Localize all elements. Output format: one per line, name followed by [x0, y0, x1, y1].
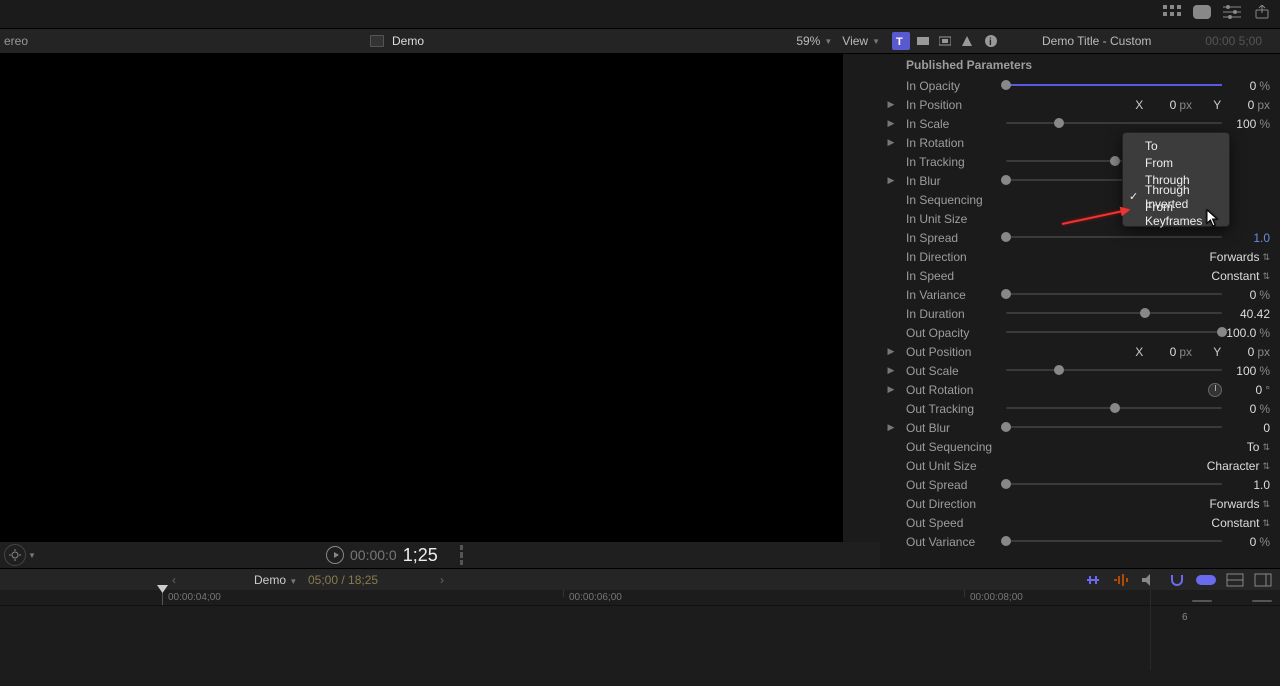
param-in-speed: In Speed Constant⇅ [886, 266, 1280, 285]
timeline-nav-forward[interactable]: › [440, 573, 444, 587]
slider-knob[interactable] [1110, 156, 1120, 166]
slider-knob[interactable] [1001, 479, 1011, 489]
disclosure-icon[interactable]: ▶ [886, 365, 896, 376]
view-menu[interactable]: View▼ [842, 34, 880, 48]
inspector-clip-title: Demo Title - Custom [1042, 34, 1151, 48]
text-inspector-tab[interactable]: T [892, 32, 910, 50]
timecode-mode-icon[interactable] [4, 544, 26, 566]
timeline-range: 05;00 / 18;25 [308, 573, 378, 587]
timeline-nav-back[interactable]: ‹ [172, 573, 176, 587]
param-out-tracking: Out Tracking 0% [886, 399, 1280, 418]
snapping-icon[interactable] [1168, 573, 1186, 587]
generator-inspector-tab[interactable] [936, 32, 954, 50]
menu-item-from[interactable]: From [1123, 154, 1229, 171]
param-in-spread: In Spread 1.0 [886, 228, 1280, 247]
share-icon[interactable] [1252, 4, 1272, 20]
param-out-spread: Out Spread 1.0 [886, 475, 1280, 494]
solo-icon[interactable] [1140, 573, 1158, 587]
param-out-scale: ▶Out Scale 100% [886, 361, 1280, 380]
slider-knob[interactable] [1054, 118, 1064, 128]
info-inspector-tab[interactable] [958, 32, 976, 50]
clip-icon [370, 35, 384, 47]
out-speed-select[interactable]: Constant [1211, 516, 1259, 530]
slider-knob[interactable] [1140, 308, 1150, 318]
ruler-label: 00:00:08;00 [970, 592, 1023, 603]
param-in-scale: ▶In Scale 100% [886, 114, 1280, 133]
param-in-variance: In Variance 0% [886, 285, 1280, 304]
playhead[interactable] [162, 590, 163, 605]
disclosure-icon[interactable]: ▶ [886, 137, 896, 148]
param-out-blur: ▶Out Blur 0 [886, 418, 1280, 437]
zoom-select[interactable]: 59%▼ [796, 34, 832, 48]
param-out-rotation: ▶Out Rotation 0° [886, 380, 1280, 399]
skimming-toggle[interactable] [460, 545, 474, 565]
param-in-direction: In Direction Forwards⇅ [886, 247, 1280, 266]
slider-knob[interactable] [1001, 232, 1011, 242]
timeline-panel-icon[interactable] [1254, 573, 1272, 587]
sliders-icon[interactable] [1222, 4, 1242, 20]
published-parameters-header: Published Parameters [906, 58, 1032, 72]
disclosure-icon[interactable]: ▶ [886, 99, 896, 110]
out-sequencing-select[interactable]: To [1233, 440, 1259, 454]
timecode-small[interactable]: 00:00:0 [350, 547, 397, 563]
param-out-opacity: Out Opacity 100.0% [886, 323, 1280, 342]
slider-knob[interactable] [1001, 536, 1011, 546]
ruler-label: 00:00:04;00 [168, 592, 221, 603]
param-out-speed: Out Speed Constant⇅ [886, 513, 1280, 532]
timecode-menu[interactable]: ▼ [28, 551, 36, 560]
in-direction-select[interactable]: Forwards [1209, 250, 1259, 264]
slider-knob[interactable] [1001, 175, 1011, 185]
viewer-clip-name: Demo [392, 34, 424, 48]
param-in-duration: In Duration 40.42 [886, 304, 1280, 323]
timecode-large[interactable]: 1;25 [403, 545, 438, 566]
audio-meter-peaks [1192, 600, 1272, 610]
disclosure-icon[interactable]: ▶ [886, 118, 896, 129]
viewer-canvas[interactable] [0, 54, 843, 542]
param-in-opacity: In Opacity 0% [886, 76, 1280, 95]
inspector-duration: 00:00 5;00 [1205, 34, 1262, 48]
slider-knob[interactable] [1001, 80, 1011, 90]
rotation-dial[interactable] [1208, 383, 1222, 397]
in-speed-select[interactable]: Constant [1211, 269, 1259, 283]
slider-knob[interactable] [1054, 365, 1064, 375]
audio-meter-label: 6 [1182, 612, 1188, 623]
slider-knob[interactable] [1001, 289, 1011, 299]
disclosure-icon[interactable]: ▶ [886, 175, 896, 186]
menu-item-from-keyframes[interactable]: From Keyframes [1123, 205, 1229, 222]
play-button[interactable] [326, 546, 344, 564]
in-sequencing-menu: To From Through Through Inverted From Ke… [1122, 132, 1230, 227]
menu-item-to[interactable]: To [1123, 137, 1229, 154]
param-out-direction: Out Direction Forwards⇅ [886, 494, 1280, 513]
timeline-layout-icon[interactable] [1226, 573, 1244, 587]
disclosure-icon[interactable]: ▶ [886, 346, 896, 357]
audio-config-label: ereo [4, 34, 28, 48]
grid-view-icon[interactable] [1162, 4, 1182, 20]
svg-text:T: T [896, 36, 903, 47]
param-out-sequencing: Out Sequencing To⇅ [886, 437, 1280, 456]
video-inspector-tab[interactable] [914, 32, 932, 50]
param-out-variance: Out Variance 0% [886, 532, 1280, 551]
index-toggle[interactable] [1196, 575, 1216, 585]
timeline-clip-name[interactable]: Demo ▼ [254, 573, 297, 587]
param-out-position: ▶Out Position X0px Y0px [886, 342, 1280, 361]
slider-knob[interactable] [1001, 422, 1011, 432]
slider-knob[interactable] [1110, 403, 1120, 413]
out-direction-select[interactable]: Forwards [1209, 497, 1259, 511]
out-unit-size-select[interactable]: Character [1207, 459, 1260, 473]
list-view-icon[interactable] [1192, 4, 1212, 20]
param-in-position: ▶In Position X0px Y0px [886, 95, 1280, 114]
inspector-info-icon[interactable]: i [982, 32, 1000, 50]
timeline[interactable]: 00:00:04;00 00:00:06;00 00:00:08;00 [0, 590, 1280, 686]
disclosure-icon[interactable]: ▶ [886, 384, 896, 395]
skim-icon[interactable] [1084, 573, 1102, 587]
param-out-unit-size: Out Unit Size Character⇅ [886, 456, 1280, 475]
svg-text:i: i [989, 37, 992, 48]
audio-skim-icon[interactable] [1112, 573, 1130, 587]
ruler-label: 00:00:06;00 [569, 592, 622, 603]
disclosure-icon[interactable]: ▶ [886, 422, 896, 433]
